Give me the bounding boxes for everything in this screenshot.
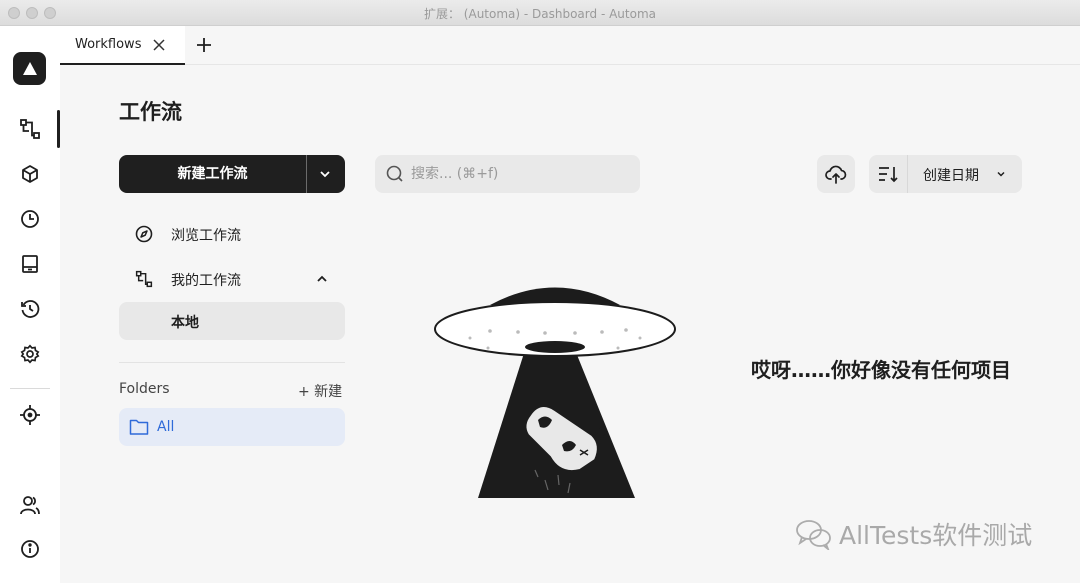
workflows-icon[interactable] bbox=[18, 117, 42, 141]
my-workflows-label: 我的工作流 bbox=[171, 273, 241, 289]
watermark-text: AllTests软件测试 bbox=[839, 521, 1033, 550]
new-workflow-split-button: 新建工作流 bbox=[119, 155, 345, 193]
chevron-down-icon[interactable] bbox=[318, 167, 332, 181]
tab-bar: Workflows bbox=[60, 26, 1080, 65]
local-label: 本地 bbox=[171, 315, 199, 331]
sort-direction-button[interactable] bbox=[869, 155, 907, 193]
plus-icon[interactable] bbox=[196, 37, 212, 53]
automa-logo-icon[interactable] bbox=[13, 52, 46, 85]
profile-icon[interactable] bbox=[18, 493, 42, 517]
page-title: 工作流 bbox=[119, 100, 182, 124]
workflows-icon bbox=[135, 270, 153, 288]
folders-heading: Folders bbox=[119, 381, 170, 397]
sort-descending-icon bbox=[879, 167, 898, 183]
active-rail-indicator bbox=[57, 110, 60, 148]
sort-by-value: 创建日期 bbox=[923, 168, 979, 184]
chevron-down-icon bbox=[997, 171, 1005, 177]
sidebar-divider bbox=[119, 362, 345, 363]
tab-label: Workflows bbox=[75, 37, 142, 52]
empty-state-message: 哎呀……你好像没有任何项目 bbox=[751, 358, 1011, 382]
cloud-upload-icon bbox=[825, 165, 847, 184]
schedule-icon[interactable] bbox=[18, 207, 42, 231]
search-input[interactable] bbox=[411, 155, 631, 193]
packages-icon[interactable] bbox=[18, 162, 42, 186]
tab-workflows[interactable]: Workflows bbox=[60, 26, 185, 65]
browse-workflows-item[interactable]: 浏览工作流 bbox=[119, 215, 345, 253]
my-workflows-item[interactable]: 我的工作流 bbox=[119, 260, 345, 298]
ufo-illustration bbox=[434, 287, 676, 498]
folder-icon bbox=[129, 419, 149, 435]
folder-all-label: All bbox=[157, 419, 175, 435]
wechat-icon bbox=[796, 520, 831, 550]
compass-icon bbox=[135, 225, 153, 243]
left-rail bbox=[0, 26, 60, 583]
logs-icon[interactable] bbox=[18, 297, 42, 321]
browse-workflows-label: 浏览工作流 bbox=[171, 228, 241, 244]
search-icon bbox=[386, 165, 403, 182]
folder-all-item[interactable]: All bbox=[119, 408, 345, 446]
about-icon[interactable] bbox=[18, 537, 42, 561]
button-divider bbox=[306, 155, 307, 193]
import-workflow-button[interactable] bbox=[817, 155, 855, 193]
rail-divider bbox=[10, 388, 50, 389]
sort-by-select[interactable]: 创建日期 bbox=[908, 155, 1022, 193]
new-workflow-button[interactable]: 新建工作流 bbox=[119, 155, 306, 193]
element-picker-icon[interactable] bbox=[18, 403, 42, 427]
storage-icon[interactable] bbox=[18, 252, 42, 276]
close-icon[interactable] bbox=[152, 38, 166, 52]
new-folder-button[interactable]: + 新建 bbox=[298, 381, 342, 401]
window-titlebar: 扩展： (Automa) - Dashboard - Automa bbox=[0, 0, 1080, 26]
watermark: AllTests软件测试 bbox=[795, 516, 1032, 552]
sort-controls: 创建日期 bbox=[869, 155, 1022, 193]
chevron-up-icon[interactable] bbox=[315, 272, 329, 286]
search-box bbox=[375, 155, 640, 193]
window-title: 扩展： (Automa) - Dashboard - Automa bbox=[423, 7, 656, 21]
settings-icon[interactable] bbox=[18, 342, 42, 366]
local-workflows-item[interactable]: 本地 bbox=[119, 302, 345, 340]
